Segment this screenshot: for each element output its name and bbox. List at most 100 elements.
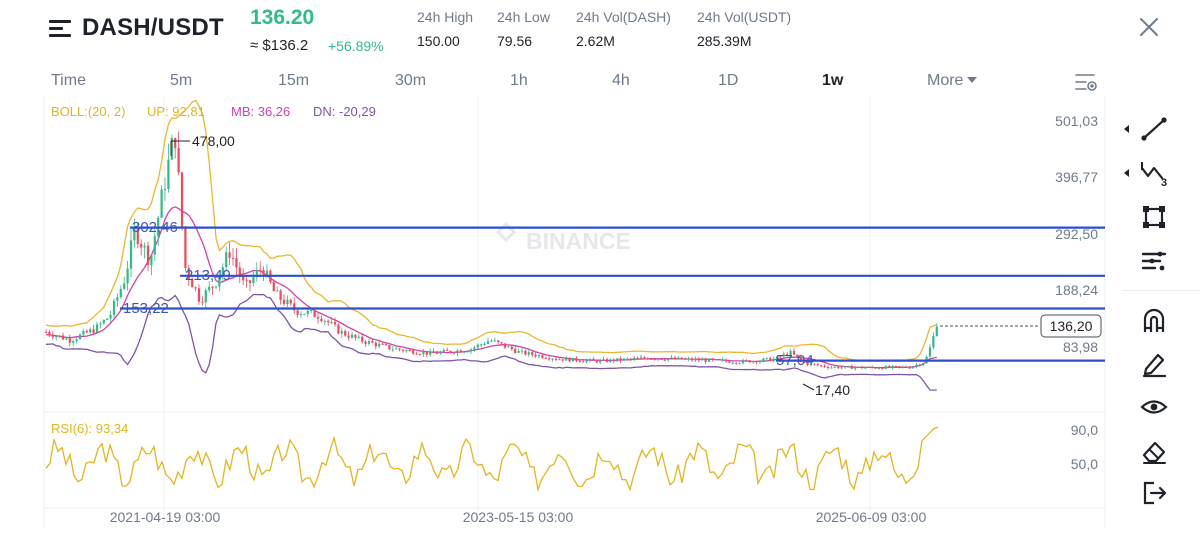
tab-1w[interactable]: 1w <box>822 72 843 90</box>
tab-time[interactable]: Time <box>51 72 86 90</box>
low-marker-value: 17,40 <box>815 382 850 398</box>
candle-body <box>286 299 289 305</box>
candle-body <box>102 319 105 324</box>
candle-body <box>320 318 323 322</box>
candle-body <box>449 350 452 353</box>
tab-1d[interactable]: 1D <box>718 72 738 90</box>
candle-body <box>350 334 354 338</box>
line-tool-icon[interactable] <box>1138 114 1170 144</box>
candle-body <box>599 360 602 363</box>
candle-body <box>860 366 864 369</box>
candle-body <box>163 188 167 190</box>
candle-body <box>313 310 316 318</box>
shape-tool-icon[interactable] <box>1138 202 1170 232</box>
candle-body <box>707 358 711 362</box>
kline-chart[interactable]: BINANCE 501,03 396,77 292,50 188,24 83,9… <box>0 96 1120 540</box>
candle-body <box>119 288 122 297</box>
candle-body <box>626 358 629 360</box>
candle-body <box>534 354 537 357</box>
candle-body <box>762 358 765 361</box>
candle-body <box>704 359 707 362</box>
candle-body <box>78 334 82 340</box>
eye-icon[interactable] <box>1138 392 1170 422</box>
chart-settings-icon[interactable] <box>1074 72 1098 92</box>
list-tool-icon[interactable] <box>1138 246 1170 276</box>
candle-body <box>541 355 544 358</box>
magnet-icon[interactable] <box>1138 306 1170 336</box>
price-axis-label: 83,98 <box>1063 339 1098 355</box>
candle-body <box>609 359 612 362</box>
candle-body <box>935 326 938 337</box>
candle-body <box>259 269 262 271</box>
candle-body <box>864 367 867 369</box>
candle-body <box>146 245 150 266</box>
candle-body <box>201 301 204 303</box>
candle-body <box>361 336 364 342</box>
candle-body <box>357 336 360 338</box>
candle-body <box>150 254 153 266</box>
candle-body <box>891 365 894 368</box>
candle-body <box>616 358 619 362</box>
candle-body <box>735 362 738 364</box>
eraser-icon[interactable] <box>1138 436 1170 466</box>
candle-body <box>565 357 568 361</box>
candle-body <box>418 354 422 356</box>
candle-body <box>68 338 71 343</box>
candle-body <box>514 349 517 353</box>
candle-body <box>112 300 116 315</box>
tab-more[interactable]: More <box>927 72 978 90</box>
candle-body <box>724 359 728 362</box>
candle-body <box>854 367 857 369</box>
time-axis-label: 2025-06-09 03:00 <box>816 509 927 525</box>
close-icon[interactable] <box>1136 14 1162 40</box>
candle-body <box>667 358 670 361</box>
boll-mb-value: MB: 36,26 <box>231 104 291 119</box>
chart-canvas[interactable]: BINANCE 501,03 396,77 292,50 188,24 83,9… <box>0 96 1120 540</box>
candle-body <box>585 360 588 362</box>
candle-body <box>228 252 231 258</box>
candle-body <box>194 287 197 289</box>
candle-body <box>75 339 78 342</box>
tab-5m[interactable]: 5m <box>170 72 192 90</box>
candle-body <box>405 350 408 352</box>
candle-body <box>340 331 343 334</box>
candle-body <box>459 350 462 353</box>
candle-body <box>473 347 476 350</box>
candle-body <box>537 355 541 357</box>
candle-body <box>289 299 292 304</box>
candle-body <box>578 360 581 362</box>
tab-15m[interactable]: 15m <box>278 72 309 90</box>
candle-body <box>884 366 887 369</box>
candle-body <box>643 357 646 359</box>
candle-body <box>490 340 493 342</box>
candle-body <box>395 348 398 350</box>
pair-title[interactable]: DASH/USDT <box>82 14 224 42</box>
candle-body <box>619 358 622 361</box>
fib-tool-icon[interactable]: 3 <box>1138 158 1170 189</box>
candle-body <box>673 357 677 359</box>
candle-body <box>888 366 891 368</box>
candle-body <box>463 351 466 353</box>
candle-body <box>741 360 745 364</box>
tab-30m[interactable]: 30m <box>395 72 426 90</box>
pencil-icon[interactable] <box>1138 348 1170 378</box>
candle-body <box>371 341 374 343</box>
candle-body <box>208 286 211 291</box>
candle-body <box>656 358 660 360</box>
tab-4h[interactable]: 4h <box>612 72 630 90</box>
candle-body <box>279 290 282 300</box>
candle-body <box>697 358 700 361</box>
menu-icon[interactable] <box>49 20 71 38</box>
boll-upper-line <box>45 99 938 362</box>
candle-body <box>89 329 92 333</box>
candle-body <box>728 361 731 363</box>
candle-body <box>582 361 585 363</box>
candle-body <box>602 359 605 361</box>
candle-body <box>738 363 741 365</box>
exit-icon[interactable] <box>1138 478 1170 508</box>
tab-1h[interactable]: 1h <box>510 72 528 90</box>
candle-body <box>299 313 303 315</box>
candle-body <box>915 364 918 367</box>
candle-body <box>745 360 748 362</box>
candle-body <box>58 335 61 337</box>
